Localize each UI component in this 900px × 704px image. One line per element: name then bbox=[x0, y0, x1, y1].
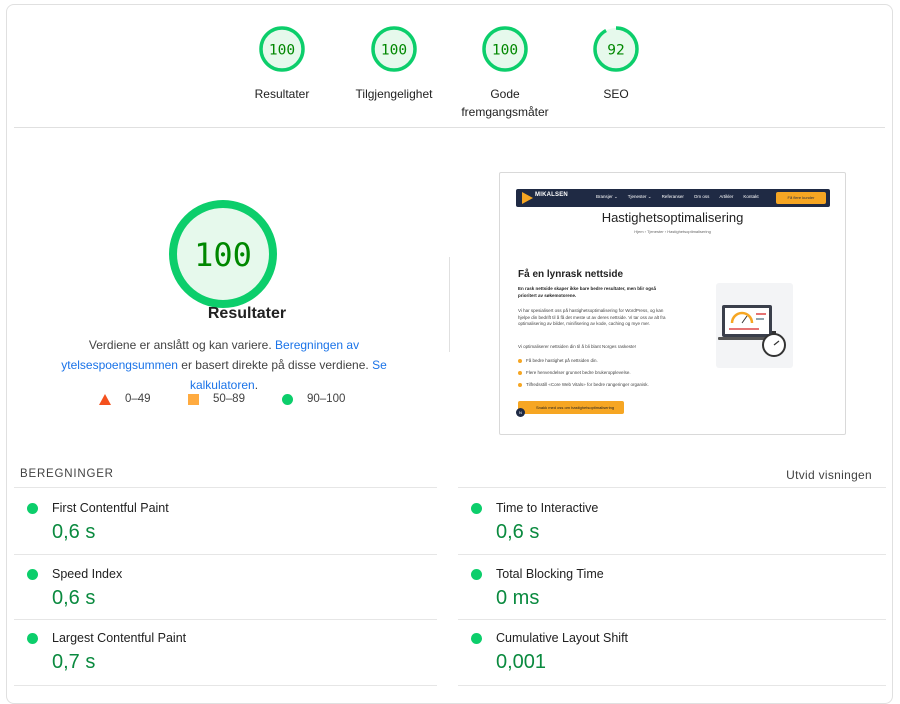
category-gauges: 100 Resultater 100 Tilgjengelighet 100 G… bbox=[7, 25, 892, 125]
speedometer-laptop-icon bbox=[718, 305, 786, 357]
gauge-score: 100 bbox=[381, 43, 407, 59]
gauge-ring: 100 bbox=[169, 200, 277, 308]
gauge-label-line1: Gode bbox=[490, 87, 520, 101]
divider bbox=[14, 487, 437, 488]
triangle-icon bbox=[99, 393, 111, 405]
site-paragraph: Vi har spesialisert oss på hastighetsopt… bbox=[518, 308, 666, 326]
metric-total-blocking-time[interactable]: Total Blocking Time 0 ms bbox=[458, 567, 878, 631]
menu-item: Referanser bbox=[661, 194, 684, 199]
circle-icon bbox=[282, 393, 293, 405]
gauge-ring: 100 bbox=[371, 26, 417, 72]
metric-name: Total Blocking Time bbox=[496, 567, 604, 581]
check-icon bbox=[518, 358, 522, 363]
check-icon bbox=[518, 382, 522, 387]
pass-dot-icon bbox=[27, 503, 38, 514]
bullet-text: Tilfredsstill «Core Web Vitals» for bedr… bbox=[526, 382, 649, 387]
legend-pass: 90–100 bbox=[282, 393, 345, 405]
site-bullet: Flere henvendelser grunnet bedre brukero… bbox=[518, 370, 631, 375]
site-bullet: Tilfredsstill «Core Web Vitals» for bedr… bbox=[518, 382, 649, 387]
metric-value: 0,7 s bbox=[52, 651, 96, 673]
legend-average: 50–89 bbox=[188, 393, 245, 405]
square-icon bbox=[188, 393, 199, 405]
legend-fail-label: 0–49 bbox=[125, 393, 151, 405]
desc-text: er basert direkte på disse verdiene. bbox=[177, 358, 373, 372]
divider bbox=[14, 554, 437, 555]
site-menu: Bransjer ⌄ Tjenester ⌄ Referanser Om oss… bbox=[596, 194, 759, 200]
gauge-label: SEO bbox=[603, 87, 629, 101]
site-badge: N bbox=[516, 408, 525, 417]
report-card: 100 Resultater 100 Tilgjengelighet 100 G… bbox=[6, 4, 893, 704]
site-subheading: Få en lynrask nettside bbox=[518, 269, 624, 280]
metric-value: 0,6 s bbox=[496, 521, 540, 543]
divider bbox=[458, 487, 886, 488]
pass-dot-icon bbox=[471, 633, 482, 644]
check-icon bbox=[518, 370, 522, 375]
gauge-label-line2: fremgangsmåter bbox=[461, 105, 549, 119]
site-header: MIKALSEN Bransjer ⌄ Tjenester ⌄ Referans… bbox=[516, 189, 830, 207]
site-cta: Få flere kunder bbox=[776, 192, 826, 204]
site-paragraph: Vi optimaliserer nettsiden din til å bli… bbox=[518, 344, 636, 349]
metric-value: 0,001 bbox=[496, 651, 547, 673]
divider bbox=[14, 619, 437, 620]
legend-pass-label: 90–100 bbox=[307, 393, 346, 405]
menu-item: Artikler bbox=[719, 194, 734, 199]
metrics-heading: BEREGNINGER bbox=[20, 468, 114, 480]
performance-score: 100 bbox=[194, 236, 252, 274]
gauge-ring: 100 bbox=[482, 26, 528, 72]
legend-average-label: 50–89 bbox=[213, 393, 245, 405]
site-breadcrumb: Hjem › Tjenester › Hastighetsoptimaliser… bbox=[634, 229, 711, 234]
site-bullet: Få bedre hastighet på nettsiden din. bbox=[518, 358, 598, 363]
gauge-ring: 100 bbox=[259, 26, 305, 72]
site-intro: En rask nettside skaper ikke bare bedre … bbox=[518, 286, 657, 298]
pass-dot-icon bbox=[27, 569, 38, 580]
site-button: Snakk med oss om hastighetsoptimaliserin… bbox=[518, 401, 624, 414]
metric-name: Speed Index bbox=[52, 567, 123, 581]
gauge-ring: 92 bbox=[593, 26, 639, 72]
performance-gauge-large: 100 bbox=[167, 198, 279, 310]
bullet-text: Få bedre hastighet på nettsiden din. bbox=[526, 358, 598, 363]
gauge-score: 92 bbox=[607, 43, 624, 59]
gauge-score: 100 bbox=[269, 43, 295, 59]
pass-dot-icon bbox=[471, 503, 482, 514]
performance-description: Verdiene er anslått og kan variere. Bere… bbox=[29, 335, 419, 395]
metric-value: 0 ms bbox=[496, 587, 540, 609]
metric-name: Time to Interactive bbox=[496, 501, 599, 515]
metric-name: Cumulative Layout Shift bbox=[496, 631, 629, 645]
menu-item: Kontakt bbox=[743, 194, 759, 199]
divider bbox=[458, 554, 886, 555]
desc-text: Verdiene er anslått og kan variere. bbox=[88, 338, 276, 352]
metric-first-contentful-paint[interactable]: First Contentful Paint 0,6 s bbox=[14, 501, 434, 565]
divider bbox=[14, 127, 885, 128]
metric-time-to-interactive[interactable]: Time to Interactive 0,6 s bbox=[458, 501, 878, 565]
site-heading: Hastighetsoptimalisering bbox=[601, 210, 744, 225]
metric-name: First Contentful Paint bbox=[52, 501, 169, 515]
metric-speed-index[interactable]: Speed Index 0,6 s bbox=[14, 567, 434, 631]
final-screenshot[interactable]: MIKALSEN Bransjer ⌄ Tjenester ⌄ Referans… bbox=[499, 172, 846, 435]
vertical-divider bbox=[449, 257, 450, 352]
bullet-text: Flere henvendelser grunnet bedre brukero… bbox=[526, 370, 631, 375]
menu-item: Bransjer ⌄ bbox=[596, 194, 618, 199]
laptop-illustration bbox=[716, 283, 793, 368]
logo-icon bbox=[522, 192, 533, 204]
gauge-score: 100 bbox=[492, 43, 518, 59]
performance-title: Resultater bbox=[207, 305, 287, 322]
pass-dot-icon bbox=[27, 633, 38, 644]
pass-dot-icon bbox=[471, 569, 482, 580]
desc-text: . bbox=[254, 378, 259, 392]
legend-fail: 0–49 bbox=[99, 393, 151, 405]
menu-item: Tjenester ⌄ bbox=[627, 194, 652, 199]
expand-view-toggle[interactable]: Utvid visningen bbox=[786, 468, 872, 482]
menu-item: Om oss bbox=[693, 194, 710, 199]
score-legend: 0–49 50–89 90–100 bbox=[7, 393, 487, 413]
divider bbox=[458, 685, 886, 686]
divider bbox=[14, 685, 437, 686]
divider bbox=[458, 619, 886, 620]
metric-value: 0,6 s bbox=[52, 587, 96, 609]
metric-name: Largest Contentful Paint bbox=[52, 631, 187, 645]
metric-value: 0,6 s bbox=[52, 521, 96, 543]
gauge-seo[interactable]: 92 SEO bbox=[546, 25, 686, 103]
site-logo-text: MIKALSEN bbox=[535, 192, 568, 198]
